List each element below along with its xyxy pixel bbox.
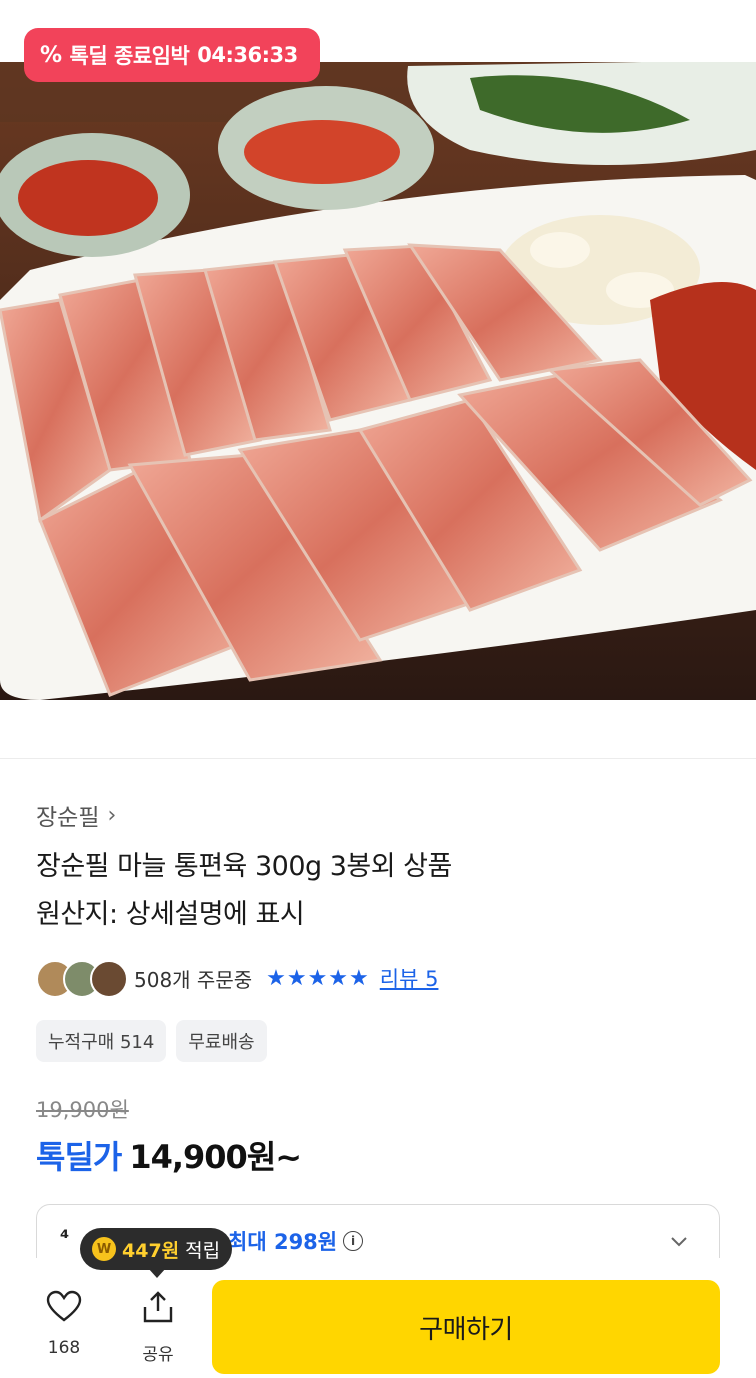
tag-free-shipping: 무료배송	[176, 1020, 267, 1062]
favorite-count: 168	[47, 1338, 81, 1358]
social-proof-row: 508개 주문중 ★★★★★ 리뷰 5	[36, 958, 438, 998]
share-label: 공유	[142, 1345, 174, 1365]
rating-stars: ★★★★★	[266, 965, 370, 991]
heart-icon	[46, 1290, 82, 1322]
chevron-right-icon: ›	[107, 802, 117, 828]
deal-price-label: 톡딜가	[36, 1138, 122, 1176]
brand-name: 장순필	[36, 805, 100, 831]
deal-price-row: 톡딜가 14,900원~	[36, 1132, 302, 1178]
buy-button[interactable]: 구매하기	[212, 1280, 720, 1374]
avatar	[90, 960, 128, 998]
favorite-button[interactable]: 168	[34, 1290, 94, 1358]
product-title: 장순필 마늘 통편육 300g 3봉외 상품 원산지: 상세설명에 표시	[36, 843, 726, 939]
coin-icon: W	[92, 1237, 116, 1261]
share-button[interactable]: 공유	[128, 1290, 188, 1365]
tooltip-arrow	[148, 1268, 166, 1278]
chevron-down-icon[interactable]	[668, 1230, 690, 1252]
section-divider	[0, 758, 756, 759]
points-amount: 447원	[122, 1239, 180, 1262]
benefit-max-points: 최대 298원 i	[228, 1226, 364, 1256]
deal-countdown-timer: 04:36:33	[197, 43, 298, 67]
share-icon	[143, 1291, 173, 1323]
order-count: 508개 주문중	[134, 967, 253, 992]
original-price: 19,900원	[36, 1098, 129, 1122]
brand-link[interactable]: 장순필 ›	[36, 798, 116, 832]
points-suffix: 적립	[185, 1239, 221, 1262]
review-link[interactable]: 리뷰 5	[380, 963, 439, 993]
product-title-line: 장순필 마늘 통편육 300g 3봉외 상품	[36, 851, 452, 882]
food-photo	[0, 0, 756, 700]
product-hero-image[interactable]: % 톡딜 종료임박 04:36:33	[0, 0, 756, 700]
benefit-max-text: 최대 298원	[228, 1230, 338, 1254]
points-tooltip: W 447원 적립	[80, 1228, 233, 1270]
percent-icon: %	[40, 42, 62, 68]
product-origin-line: 원산지: 상세설명에 표시	[36, 899, 305, 930]
tag-cumulative-purchases: 누적구매 514	[36, 1020, 167, 1062]
info-icon[interactable]: i	[343, 1231, 364, 1251]
buyer-avatars	[36, 960, 128, 998]
deal-badge-label: 톡딜 종료임박	[69, 44, 190, 68]
benefit-lead-glyph: ⁴	[60, 1226, 70, 1250]
deal-price: 14,900원~	[129, 1138, 302, 1176]
deal-ending-badge: % 톡딜 종료임박 04:36:33	[24, 28, 320, 82]
product-tags: 누적구매 514 무료배송	[36, 1020, 267, 1062]
